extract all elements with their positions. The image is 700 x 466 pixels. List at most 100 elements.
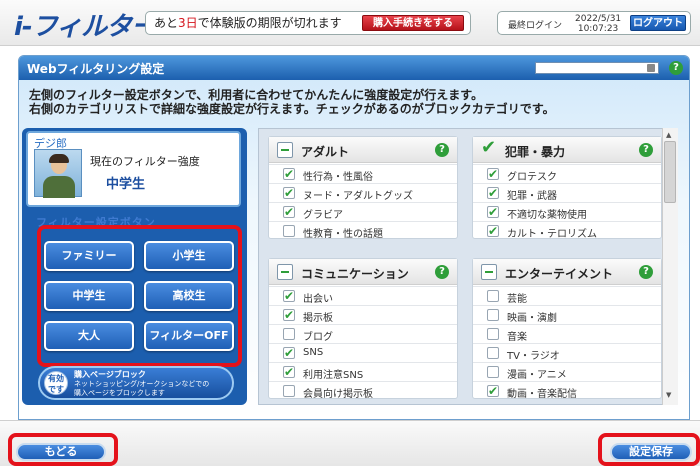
category-partial-check-icon[interactable]	[481, 264, 497, 280]
checkbox-unchecked-icon[interactable]	[487, 328, 499, 340]
category-item-label: 性行為・性風俗	[303, 172, 373, 183]
category-header: ✔ 犯罪・暴力?	[473, 137, 661, 163]
checkbox-unchecked-icon[interactable]	[487, 290, 499, 302]
category-item[interactable]: ✔ カルト・テロリズム	[473, 221, 661, 240]
category-help-icon[interactable]: ?	[435, 143, 449, 157]
category-item-label: 不適切な薬物使用	[507, 210, 587, 221]
category-item[interactable]: ✔ グラビア	[269, 202, 457, 221]
category-item[interactable]: ✔ SNS	[269, 343, 457, 362]
category-item-label: 犯罪・武器	[507, 191, 557, 202]
category-item-label: カルト・テロリズム	[507, 229, 597, 240]
category-item[interactable]: ✔ 動画・音楽配信	[473, 381, 661, 400]
scroll-thumb[interactable]	[664, 141, 676, 203]
checkbox-unchecked-icon[interactable]	[487, 366, 499, 378]
category-item[interactable]: ✔ 掲示板	[269, 305, 457, 324]
user-avatar	[34, 149, 82, 198]
last-login-date: 2022/5/31	[575, 14, 622, 24]
checkbox-checked-icon[interactable]: ✔	[487, 206, 499, 218]
category-item-label: ヌード・アダルトグッズ	[303, 191, 413, 202]
checkbox-checked-icon[interactable]: ✔	[283, 309, 295, 321]
category-item-label: 漫画・アニメ	[507, 370, 567, 381]
checkbox-checked-icon[interactable]: ✔	[487, 168, 499, 180]
category-title: エンターテイメント	[505, 267, 614, 281]
logout-button[interactable]: ログアウト	[630, 15, 686, 31]
top-bar: i-フィルター あと3日で体験版の期限が切れます 購入手続きをする 最終ログイン…	[0, 0, 700, 46]
category-item[interactable]: TV・ラジオ	[473, 343, 661, 362]
checkbox-unchecked-icon[interactable]	[487, 309, 499, 321]
category-item[interactable]: ✔ 不適切な薬物使用	[473, 202, 661, 221]
trial-suffix: で体験版の期限が切れます	[197, 16, 342, 30]
buy-button[interactable]: 購入手続きをする	[362, 15, 464, 31]
category-item[interactable]: ✔ 犯罪・武器	[473, 183, 661, 202]
category-partial-check-icon[interactable]	[277, 142, 293, 158]
last-login-datetime: 2022/5/31 10:07:23	[575, 14, 621, 34]
category-list[interactable]: アダルト? ✔ 性行為・性風俗 ✔ ヌード・アダルトグッズ ✔ グラビア 性教育・性の話題 ✔ 犯…	[258, 128, 678, 405]
category-item[interactable]: 映画・演劇	[473, 305, 661, 324]
category-header: アダルト?	[269, 137, 457, 163]
category-help-icon[interactable]: ?	[639, 265, 653, 279]
category-item[interactable]: ブログ	[269, 324, 457, 343]
category-item-label: TV・ラジオ	[507, 351, 560, 362]
category-header: エンターテイメント?	[473, 259, 661, 285]
panel-search-button[interactable]	[647, 64, 655, 72]
promo-title: 購入ページブロック	[74, 370, 146, 379]
checkbox-checked-icon[interactable]: ✔	[283, 366, 295, 378]
category-item-label: ブログ	[303, 332, 333, 343]
panel-header: Webフィルタリング設定 ?	[19, 56, 689, 80]
checkbox-checked-icon[interactable]: ✔	[283, 290, 295, 302]
purchase-block-promo[interactable]: 有効 です 購入ページブロック ネットショッピング/オークションなどでの 購入ペ…	[38, 366, 234, 400]
category-item-label: グラビア	[303, 210, 343, 221]
checkbox-checked-icon[interactable]: ✔	[283, 206, 295, 218]
last-login-time: 10:07:23	[577, 24, 619, 34]
category-partial-check-icon[interactable]	[277, 264, 293, 280]
scroll-up-arrow-icon[interactable]: ▲	[666, 131, 671, 139]
checkbox-checked-icon[interactable]: ✔	[487, 225, 499, 237]
category-item[interactable]: ✔ 性行為・性風俗	[269, 164, 457, 183]
checkbox-checked-icon[interactable]: ✔	[283, 168, 295, 180]
category-help-icon[interactable]: ?	[435, 265, 449, 279]
checkbox-checked-icon[interactable]: ✔	[283, 347, 295, 359]
category-card: コミュニケーション? ✔ 出会い ✔ 掲示板ブログ ✔ SNS ✔ 利用注意SNS 会員向け掲示板	[268, 258, 458, 400]
category-item-label: 動画・音楽配信	[507, 389, 577, 400]
checkbox-checked-icon[interactable]: ✔	[487, 385, 499, 397]
instruction-line: 左側のフィルター設定ボタンで、利用者に合わせてかんたんに強度設定が行えます。	[29, 88, 484, 102]
category-title: 犯罪・暴力	[505, 145, 566, 159]
trial-notice: あと3日で体験版の期限が切れます 購入手続きをする	[145, 11, 471, 35]
panel-search-field[interactable]	[535, 62, 659, 74]
app-logo: i-フィルター	[14, 12, 157, 42]
category-item-label: 出会い	[303, 294, 333, 305]
promo-description: ネットショッピング/オークションなどでの 購入ページをブロックします	[74, 380, 210, 397]
instructions: 左側のフィルター設定ボタンで、利用者に合わせてかんたんに強度設定が行えます。 右…	[29, 88, 555, 116]
help-icon[interactable]: ?	[669, 61, 683, 75]
last-login-box: 最終ログイン 2022/5/31 10:07:23 ログアウト	[497, 11, 691, 35]
category-item[interactable]: ✔ 利用注意SNS	[269, 362, 457, 381]
category-card: ✔ 犯罪・暴力? ✔ グロテスク ✔ 犯罪・武器 ✔ 不適切な薬物使用 ✔ カルト・テロリズム	[472, 136, 662, 240]
category-item-label: 会員向け掲示板	[303, 389, 373, 400]
category-item[interactable]: 会員向け掲示板	[269, 381, 457, 400]
category-item[interactable]: 芸能	[473, 286, 661, 305]
category-card: エンターテイメント? 芸能 映画・演劇 音楽 TV・ラジオ 漫画・アニメ ✔ 動画・音楽配信	[472, 258, 662, 400]
checkbox-unchecked-icon[interactable]	[487, 347, 499, 359]
panel-title: Webフィルタリング設定	[27, 62, 165, 76]
category-item[interactable]: 漫画・アニメ	[473, 362, 661, 381]
category-item[interactable]: ✔ ヌード・アダルトグッズ	[269, 183, 457, 202]
user-card: デジ郎 現在のフィルター強度 中学生	[26, 131, 241, 207]
category-header: コミュニケーション?	[269, 259, 457, 285]
filter-buttons-highlight	[37, 225, 242, 367]
instruction-line: 右側のカテゴリリストで詳細な強度設定が行えます。チェックがあるのがブロックカテゴ…	[29, 102, 555, 116]
category-item-label: グロテスク	[507, 172, 557, 183]
scroll-down-arrow-icon[interactable]: ▼	[666, 391, 671, 399]
category-item[interactable]: 音楽	[473, 324, 661, 343]
category-help-icon[interactable]: ?	[639, 143, 653, 157]
checkbox-unchecked-icon[interactable]	[283, 385, 295, 397]
category-check-icon[interactable]: ✔	[481, 138, 496, 158]
category-item-label: 掲示板	[303, 313, 333, 324]
checkbox-unchecked-icon[interactable]	[283, 328, 295, 340]
checkbox-unchecked-icon[interactable]	[283, 225, 295, 237]
category-item[interactable]: 性教育・性の話題	[269, 221, 457, 240]
checkbox-checked-icon[interactable]: ✔	[283, 187, 295, 199]
category-item-label: SNS	[303, 347, 324, 358]
category-item[interactable]: ✔ 出会い	[269, 286, 457, 305]
checkbox-checked-icon[interactable]: ✔	[487, 187, 499, 199]
category-item[interactable]: ✔ グロテスク	[473, 164, 661, 183]
